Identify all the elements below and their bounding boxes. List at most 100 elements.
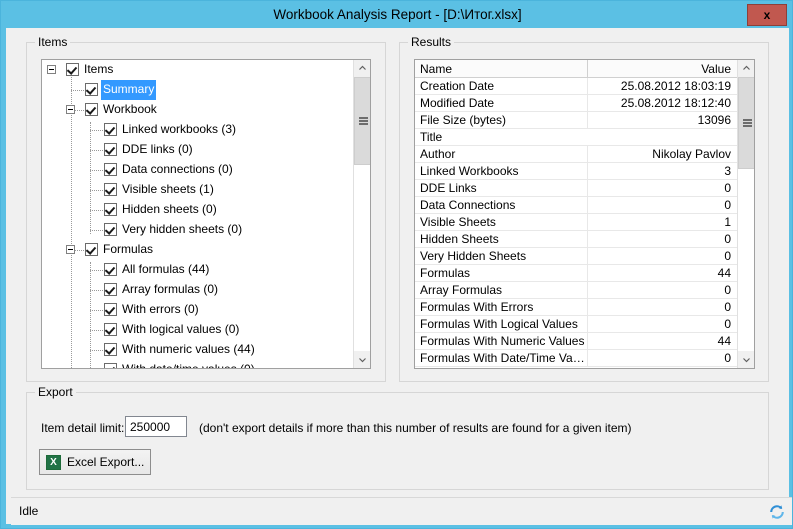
table-row[interactable]: Data Connections 0 <box>415 197 737 214</box>
tree-node-checkbox[interactable] <box>104 263 117 276</box>
results-scroll-thumb[interactable] <box>738 77 754 169</box>
tree-node[interactable]: All formulas (44) <box>42 260 353 280</box>
title-bar[interactable]: Workbook Analysis Report - [D:\Итог.xlsx… <box>1 1 792 28</box>
items-scroll-track[interactable] <box>354 77 370 351</box>
table-row[interactable]: Modified Date 25.08.2012 18:12:40 <box>415 95 737 112</box>
result-name-cell: File Size (bytes) <box>420 113 507 127</box>
items-group-box: Items Items Summary Workbook Linked workboo… <box>26 36 386 382</box>
tree-node[interactable]: Data connections (0) <box>42 160 353 180</box>
tree-guide-line <box>90 290 103 291</box>
table-row[interactable]: Very Hidden Sheets 0 <box>415 248 737 265</box>
table-row[interactable]: Visible Sheets 1 <box>415 214 737 231</box>
result-value-cell: 13096 <box>587 112 737 129</box>
items-tree-scrollbar[interactable] <box>353 60 370 368</box>
result-value-cell: 25.08.2012 18:03:19 <box>587 78 737 95</box>
tree-node-label: Visible sheets (1) <box>122 182 214 196</box>
close-button[interactable]: x <box>747 4 787 26</box>
table-row[interactable]: Author Nikolay Pavlov <box>415 146 737 163</box>
results-group-label: Results <box>408 36 455 49</box>
tree-node-label: Array formulas (0) <box>122 282 219 296</box>
tree-node[interactable]: Linked workbooks (3) <box>42 120 353 140</box>
item-detail-limit-input[interactable] <box>125 416 187 437</box>
results-scroll-track[interactable] <box>738 77 754 351</box>
tree-node-checkbox[interactable] <box>85 243 98 256</box>
table-row[interactable]: Formulas With Logical Values 0 <box>415 316 737 333</box>
tree-node-checkbox[interactable] <box>104 323 117 336</box>
column-header-value[interactable]: Value <box>587 60 737 78</box>
items-scroll-down-button[interactable] <box>354 351 370 368</box>
tree-node-checkbox[interactable] <box>104 223 117 236</box>
result-name-cell: Formulas With Logical Values <box>420 317 578 331</box>
column-header-name[interactable]: Name <box>415 60 587 78</box>
tree-node-checkbox[interactable] <box>104 303 117 316</box>
tree-node-checkbox[interactable] <box>104 343 117 356</box>
results-grid[interactable]: Name Value Creation Date 25.08.2012 18:03:1… <box>414 59 755 369</box>
results-scroll-down-button[interactable] <box>738 351 754 368</box>
tree-collapse-icon[interactable] <box>47 65 56 74</box>
results-grid-scrollbar[interactable] <box>737 60 754 368</box>
tree-node[interactable]: With errors (0) <box>42 300 353 320</box>
tree-node-label: With date/time values (0) <box>120 360 257 368</box>
tree-node-label: With logical values (0) <box>122 322 240 336</box>
tree-node[interactable]: Workbook <box>42 100 353 120</box>
tree-node-label: With errors (0) <box>122 302 199 316</box>
result-value-cell: 44 <box>587 265 737 282</box>
tree-node-checkbox[interactable] <box>85 103 98 116</box>
refresh-icon[interactable] <box>768 503 786 521</box>
items-scroll-thumb[interactable] <box>354 77 370 165</box>
result-name-cell: Formulas <box>420 266 471 280</box>
export-hint-text: (don't export details if more than this … <box>199 421 632 435</box>
tree-node[interactable]: With date/time values (0) <box>42 360 353 368</box>
tree-collapse-icon[interactable] <box>66 245 75 254</box>
tree-collapse-icon[interactable] <box>66 105 75 114</box>
result-name-cell: Very Hidden Sheets <box>420 249 527 263</box>
tree-node[interactable]: Very hidden sheets (0) <box>42 220 353 240</box>
table-row[interactable]: DDE Links 0 <box>415 180 737 197</box>
tree-node[interactable]: Hidden sheets (0) <box>42 200 353 220</box>
tree-node-label: Linked workbooks (3) <box>122 122 237 136</box>
tree-node-checkbox[interactable] <box>104 203 117 216</box>
table-row[interactable]: Array Formulas 0 <box>415 282 737 299</box>
excel-export-button[interactable]: Excel Export... <box>39 449 151 475</box>
result-name-cell: Visible Sheets <box>420 215 496 229</box>
tree-node[interactable]: Visible sheets (1) <box>42 180 353 200</box>
tree-guide-line <box>90 230 103 231</box>
tree-node-label: Very hidden sheets (0) <box>122 222 243 236</box>
result-name-cell: Data Connections <box>420 198 516 212</box>
table-row[interactable]: Formulas With Numeric Values 44 <box>415 333 737 350</box>
result-value-cell: 0 <box>587 350 737 367</box>
tree-node[interactable]: Array formulas (0) <box>42 280 353 300</box>
table-row[interactable]: Title <box>415 129 737 146</box>
result-name-cell: Author <box>420 147 456 161</box>
table-row[interactable]: Creation Date 25.08.2012 18:03:19 <box>415 78 737 95</box>
tree-node-checkbox[interactable] <box>104 183 117 196</box>
table-row[interactable]: File Size (bytes) 13096 <box>415 112 737 129</box>
tree-node[interactable]: Formulas <box>42 240 353 260</box>
results-scroll-up-button[interactable] <box>738 60 754 77</box>
tree-node-checkbox[interactable] <box>104 363 117 368</box>
tree-node-checkbox[interactable] <box>85 83 98 96</box>
tree-node[interactable]: With numeric values (44) <box>42 340 353 360</box>
tree-node-checkbox[interactable] <box>104 143 117 156</box>
tree-node[interactable]: DDE links (0) <box>42 140 353 160</box>
tree-node[interactable]: Summary <box>42 80 353 100</box>
tree-node[interactable]: Items <box>42 60 353 80</box>
tree-node-checkbox[interactable] <box>66 63 79 76</box>
tree-node[interactable]: With logical values (0) <box>42 320 353 340</box>
tree-node-checkbox[interactable] <box>104 283 117 296</box>
result-value-cell: 44 <box>587 333 737 350</box>
export-group-label: Export <box>35 386 76 399</box>
tree-node-checkbox[interactable] <box>104 123 117 136</box>
tree-guide-line <box>90 210 103 211</box>
items-tree-view[interactable]: Items Summary Workbook Linked workbooks (3)… <box>41 59 371 369</box>
tree-guide-line <box>90 310 103 311</box>
table-row[interactable]: Hidden Sheets 0 <box>415 231 737 248</box>
table-row[interactable]: Linked Workbooks 3 <box>415 163 737 180</box>
table-row[interactable]: Formulas With Date/Time Values 0 <box>415 350 737 367</box>
items-scroll-up-button[interactable] <box>354 60 370 77</box>
tree-node-checkbox[interactable] <box>104 163 117 176</box>
table-row[interactable]: Formulas 44 <box>415 265 737 282</box>
table-row[interactable]: Formulas With Errors 0 <box>415 299 737 316</box>
results-group-box: Results Name Value Creation Date 25.08.2012… <box>399 36 769 382</box>
tree-node-label: With numeric values (44) <box>122 342 255 356</box>
